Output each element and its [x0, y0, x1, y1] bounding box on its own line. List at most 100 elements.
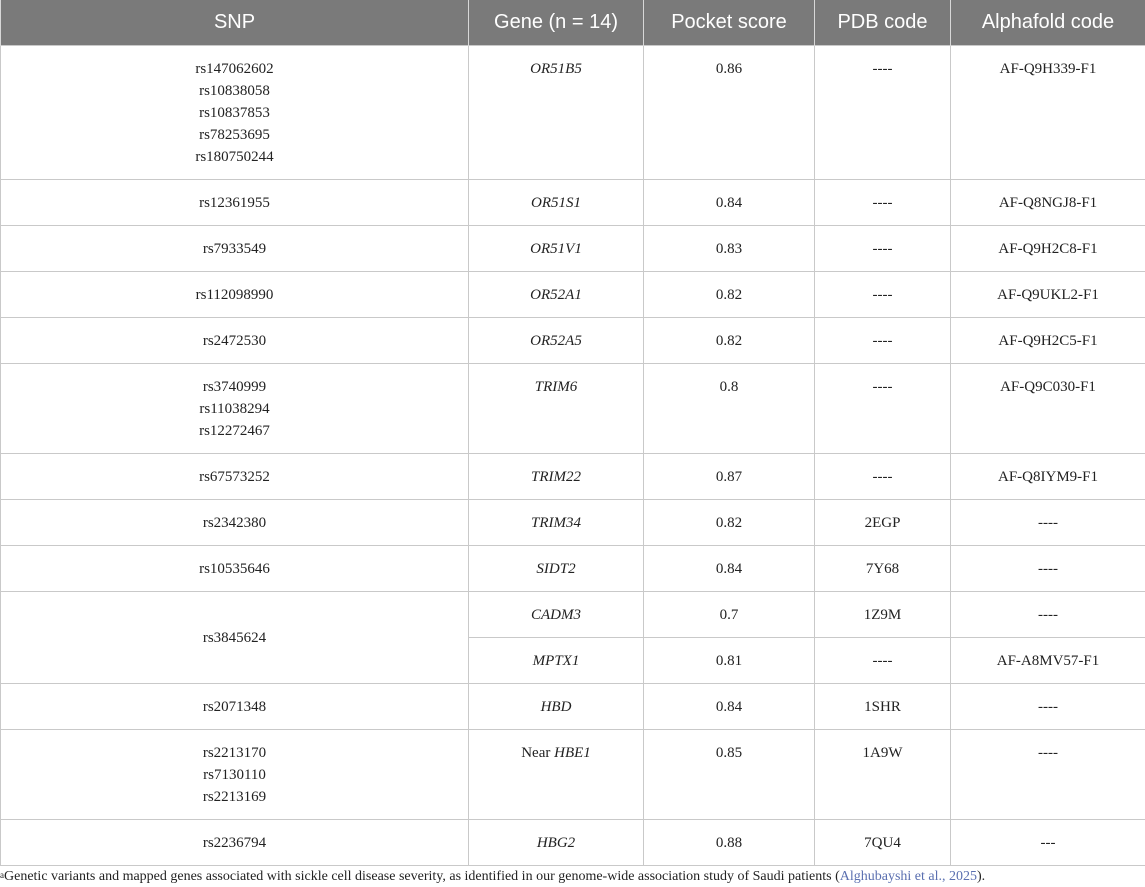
- pocket-score-cell: 0.88: [643, 819, 815, 866]
- pocket-score-cell: 0.84: [643, 179, 815, 226]
- gene-cell: TRIM34: [468, 499, 644, 546]
- pocket-score-cell: 0.82: [643, 499, 815, 546]
- gene-name: OR51B5: [530, 61, 582, 77]
- gene-cell: OR51B5: [468, 45, 644, 180]
- alphafold-code-cell: ----: [950, 545, 1145, 592]
- pdb-code-cell: ----: [814, 225, 951, 272]
- pdb-code-cell: ----: [814, 453, 951, 500]
- snp-id: rs147062602: [195, 61, 274, 77]
- table-header-row: SNP Gene (n = 14) Pocket score PDB code …: [0, 0, 1145, 46]
- pdb-code-cell: ----: [814, 637, 951, 684]
- gene-name: TRIM6: [534, 379, 578, 395]
- snp-id: rs7130110: [203, 767, 266, 783]
- table-row: rs2342380 TRIM34 0.82 2EGP ----: [0, 499, 1145, 546]
- table-row: rs147062602 rs10838058 rs10837853 rs7825369…: [0, 45, 1145, 180]
- gene-cell: OR51V1: [468, 225, 644, 272]
- snp-gene-table: SNP Gene (n = 14) Pocket score PDB code …: [0, 0, 1145, 866]
- gene-name: OR51S1: [531, 195, 581, 211]
- snp-id: rs10837853: [199, 105, 270, 121]
- alphafold-code-cell: ---: [950, 819, 1145, 866]
- snp-id: rs11038294: [199, 401, 270, 417]
- gene-name: SIDT2: [536, 561, 576, 577]
- snp-cell: rs7933549: [0, 225, 469, 272]
- snp-cell: rs2342380: [0, 499, 469, 546]
- pocket-score-cell: 0.81: [643, 637, 815, 684]
- pdb-code-cell: ----: [814, 271, 951, 318]
- gene-prefix: Near: [521, 745, 555, 761]
- footnote-text: Genetic variants and mapped genes associ…: [4, 869, 840, 884]
- alphafold-code-cell: AF-Q9H2C5-F1: [950, 317, 1145, 364]
- alphafold-code-cell: ----: [950, 591, 1145, 638]
- gene-name: TRIM22: [531, 469, 581, 485]
- pocket-score-cell: 0.82: [643, 271, 815, 318]
- snp-cell: rs2071348: [0, 683, 469, 730]
- table-row: rs2236794 HBG2 0.88 7QU4 ---: [0, 819, 1145, 866]
- gene-cell: MPTX1: [468, 637, 644, 684]
- gene-cell: Near HBE1: [468, 729, 644, 820]
- pdb-code-cell: ----: [814, 45, 951, 180]
- snp-id: rs2213170: [202, 745, 267, 761]
- pocket-score-cell: 0.86: [643, 45, 815, 180]
- pocket-score-cell: 0.84: [643, 683, 815, 730]
- pdb-code-cell: 1Z9M: [814, 591, 951, 638]
- alphafold-code-cell: ----: [950, 499, 1145, 546]
- table-row: rs2071348 HBD 0.84 1SHR ----: [0, 683, 1145, 730]
- snp-id: rs2071348: [202, 699, 267, 715]
- gene-name: HBG2: [536, 835, 576, 851]
- snp-id: rs10838058: [199, 83, 270, 99]
- snp-cell: rs2472530: [0, 317, 469, 364]
- gene-name: OR52A1: [530, 287, 582, 303]
- pdb-code-cell: 2EGP: [814, 499, 951, 546]
- snp-id: rs112098990: [195, 287, 274, 303]
- pocket-score-cell: 0.87: [643, 453, 815, 500]
- pocket-score-cell: 0.84: [643, 545, 815, 592]
- gene-cell: HBG2: [468, 819, 644, 866]
- snp-id: rs10535646: [199, 561, 270, 577]
- footnote-text-end: ).: [977, 869, 986, 884]
- snp-cell: rs3740999 rs11038294 rs12272467: [0, 363, 469, 454]
- alphafold-code-cell: AF-Q9H2C8-F1: [950, 225, 1145, 272]
- table-row: rs2472530 OR52A5 0.82 ---- AF-Q9H2C5-F1: [0, 317, 1145, 364]
- snp-cell: rs2236794: [0, 819, 469, 866]
- pdb-code-cell: ----: [814, 317, 951, 364]
- footnote-citation-link[interactable]: Alghubayshi et al., 2025: [840, 869, 977, 884]
- pocket-score-cell: 0.82: [643, 317, 815, 364]
- pdb-code-cell: ----: [814, 179, 951, 226]
- pocket-score-cell: 0.85: [643, 729, 815, 820]
- pdb-code-cell: 1SHR: [814, 683, 951, 730]
- alphafold-code-cell: AF-Q9H339-F1: [950, 45, 1145, 180]
- table-body: rs147062602 rs10838058 rs10837853 rs7825369…: [0, 45, 1145, 866]
- snp-id: rs3740999: [202, 379, 267, 395]
- snp-id: rs12272467: [199, 423, 270, 439]
- header-snp: SNP: [0, 0, 469, 46]
- gene-cell: CADM3: [468, 591, 644, 638]
- table-row: rs3740999 rs11038294 rs12272467 TRIM6 0.8 ---…: [0, 363, 1145, 454]
- snp-cell: rs10535646: [0, 545, 469, 592]
- pocket-score-cell: 0.83: [643, 225, 815, 272]
- table-row: rs112098990 OR52A1 0.82 ---- AF-Q9UKL2-F1: [0, 271, 1145, 318]
- snp-id: rs78253695: [199, 127, 270, 143]
- alphafold-code-cell: AF-Q9UKL2-F1: [950, 271, 1145, 318]
- table-row: rs10535646 SIDT2 0.84 7Y68 ----: [0, 545, 1145, 592]
- gene-cell: TRIM6: [468, 363, 644, 454]
- gene-cell: OR52A1: [468, 271, 644, 318]
- gene-name: CADM3: [531, 607, 581, 623]
- snp-cell: rs147062602 rs10838058 rs10837853 rs7825369…: [0, 45, 469, 180]
- pocket-score-cell: 0.8: [643, 363, 815, 454]
- gene-name: MPTX1: [532, 653, 580, 669]
- alphafold-code-cell: AF-Q9C030-F1: [950, 363, 1145, 454]
- snp-id: rs2472530: [202, 333, 267, 349]
- table-footnote: aGenetic variants and mapped genes assoc…: [0, 868, 1145, 886]
- table-row: rs7933549 OR51V1 0.83 ---- AF-Q9H2C8-F1: [0, 225, 1145, 272]
- snp-id: rs2236794: [202, 835, 267, 851]
- header-alphafold-code: Alphafold code: [950, 0, 1145, 46]
- snp-id: rs7933549: [202, 241, 267, 257]
- footnote-marker: a: [0, 870, 4, 880]
- header-pocket-score: Pocket score: [643, 0, 815, 46]
- pdb-code-cell: ----: [814, 363, 951, 454]
- gene-cell: HBD: [468, 683, 644, 730]
- snp-cell: rs112098990: [0, 271, 469, 318]
- alphafold-code-cell: ----: [950, 729, 1145, 820]
- alphafold-code-cell: AF-Q8IYM9-F1: [950, 453, 1145, 500]
- gene-name: HBD: [540, 699, 572, 715]
